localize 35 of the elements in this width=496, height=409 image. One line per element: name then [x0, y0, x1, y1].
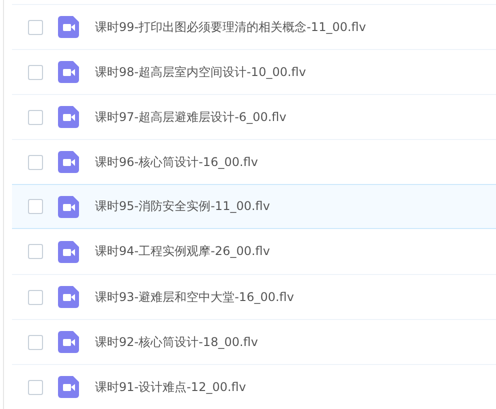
video-file-icon	[58, 286, 80, 308]
file-name: 课时99-打印出图必须要理清的相关概念-11_00.flv	[95, 18, 366, 36]
file-row[interactable]: 课时95-消防安全实例-11_00.flv	[12, 184, 496, 229]
video-file-icon	[58, 61, 80, 83]
video-file-icon	[58, 240, 80, 262]
file-row[interactable]: 课时94-工程实例观摩-26_00.flv	[12, 229, 496, 274]
file-name: 课时97-超高层避难层设计-6_00.flv	[95, 108, 286, 126]
checkbox[interactable]	[28, 244, 43, 259]
checkbox[interactable]	[28, 110, 43, 124]
video-file-icon	[58, 376, 80, 398]
video-file-icon	[58, 331, 80, 353]
file-row[interactable]: 课时97-超高层避难层设计-6_00.flv	[12, 94, 496, 139]
checkbox[interactable]	[28, 154, 43, 170]
video-file-icon	[58, 16, 80, 38]
video-file-icon	[58, 106, 80, 128]
file-name: 课时96-核心筒设计-16_00.flv	[95, 154, 258, 170]
file-row[interactable]: 课时99-打印出图必须要理清的相关概念-11_00.flv	[12, 4, 496, 49]
file-row[interactable]: 课时91-设计难点-12_00.flv	[12, 364, 496, 409]
video-file-icon	[58, 196, 80, 218]
checkbox[interactable]	[28, 199, 43, 214]
file-name: 课时93-避难层和空中大堂-16_00.flv	[95, 288, 294, 306]
checkbox[interactable]	[28, 334, 43, 350]
file-name: 课时94-工程实例观摩-26_00.flv	[95, 243, 270, 260]
file-row[interactable]: 课时98-超高层室内空间设计-10_00.flv	[12, 49, 496, 94]
file-row[interactable]: 课时93-避难层和空中大堂-16_00.flv	[12, 274, 496, 319]
checkbox[interactable]	[28, 380, 43, 394]
video-file-icon	[58, 151, 80, 173]
checkbox[interactable]	[28, 290, 43, 304]
file-name: 课时95-消防安全实例-11_00.flv	[95, 198, 270, 215]
file-name: 课时92-核心筒设计-18_00.flv	[95, 334, 258, 350]
checkbox[interactable]	[28, 64, 43, 80]
file-name: 课时91-设计难点-12_00.flv	[95, 378, 246, 396]
checkbox[interactable]	[28, 20, 43, 34]
file-row[interactable]: 课时92-核心筒设计-18_00.flv	[12, 319, 496, 364]
file-name: 课时98-超高层室内空间设计-10_00.flv	[95, 64, 306, 80]
